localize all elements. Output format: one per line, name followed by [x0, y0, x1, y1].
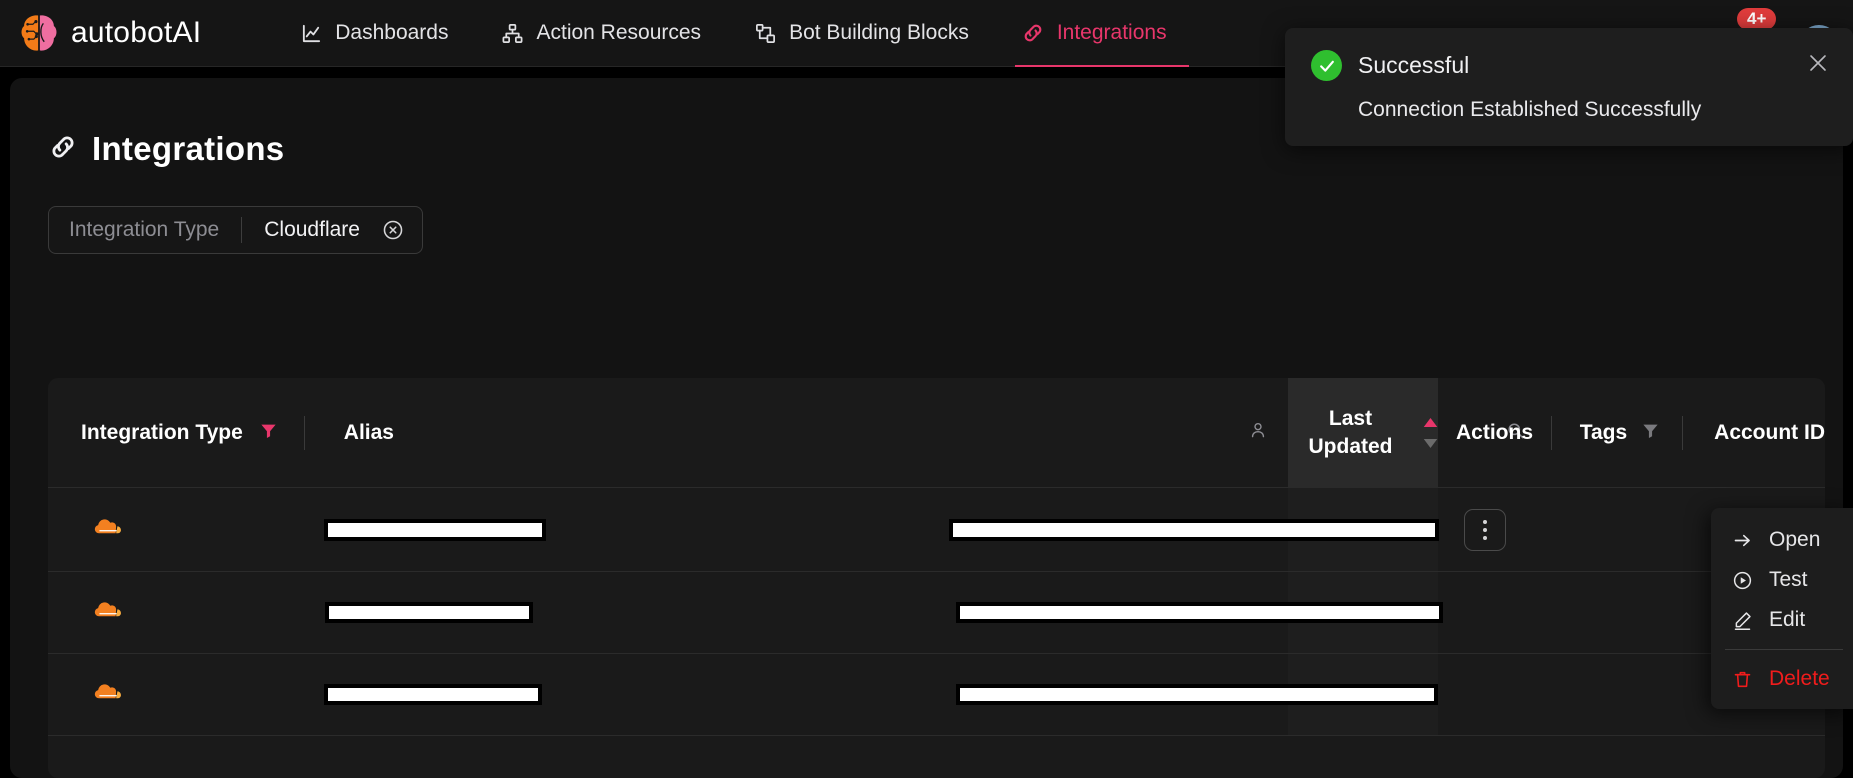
filter-chip-integration-type[interactable]: Integration Type Cloudflare [48, 206, 423, 254]
cell-integration-icon [48, 518, 168, 541]
menu-item-label: Open [1769, 528, 1821, 551]
toast-title: Successful [1358, 52, 1470, 78]
chart-line-icon [299, 21, 323, 45]
column-label: Account ID [1714, 420, 1825, 444]
column-label: Last Updated [1308, 407, 1393, 458]
arrow-right-icon [1731, 529, 1753, 551]
toast-header: Successful [1311, 50, 1827, 81]
sort-asc-icon [1423, 414, 1438, 432]
filter-chip-key: Integration Type [69, 218, 220, 241]
column-label: Tags [1579, 420, 1628, 444]
circle-x-icon[interactable] [382, 219, 404, 241]
active-filters-row: Integration Type Cloudflare [48, 206, 1843, 254]
redacted-alias-value [324, 684, 542, 705]
column-label: Integration Type [81, 420, 243, 444]
cloudflare-icon [90, 601, 126, 624]
menu-item-label: Edit [1769, 608, 1806, 631]
redacted-account-id-value [956, 602, 1443, 623]
kebab-dot [1483, 535, 1487, 540]
brand-name: autobotAI [71, 16, 202, 49]
table-row[interactable] [48, 488, 1825, 572]
filter-funnel-icon[interactable] [1641, 421, 1660, 445]
page-title-text: Integrations [92, 130, 285, 167]
redacted-account-id-value [949, 518, 1439, 541]
table-row[interactable] [48, 654, 1825, 736]
close-icon[interactable] [1805, 50, 1831, 76]
column-header-account-id[interactable]: Account ID [1683, 378, 1825, 488]
menu-item-label: Delete [1769, 667, 1830, 690]
nav-item-dashboards[interactable]: Dashboards [273, 0, 474, 67]
column-label: Alias [343, 420, 394, 444]
toast-message: Connection Established Successfully [1358, 98, 1702, 121]
nav-label: Action Resources [536, 21, 702, 44]
link-chain-icon [48, 132, 78, 167]
nav-items: Dashboards Action Resources Bot Building… [273, 0, 1192, 67]
column-header-integration-type[interactable]: Integration Type [48, 378, 278, 488]
row-actions-kebab-button[interactable] [1464, 508, 1506, 551]
menu-item-delete[interactable]: Delete [1711, 659, 1853, 699]
pencil-icon [1731, 609, 1753, 631]
page-container: Integrations Integration Type Cloudflare… [10, 78, 1843, 778]
nav-label: Integrations [1056, 21, 1167, 44]
brand-logo-group[interactable]: autobotAI [0, 12, 201, 54]
column-header-alias[interactable]: Alias [305, 378, 394, 488]
redacted-account-id-value [956, 684, 1438, 705]
nav-item-bot-building-blocks[interactable]: Bot Building Blocks [727, 0, 995, 67]
table-row[interactable] [48, 572, 1825, 654]
nav-item-action-resources[interactable]: Action Resources [474, 0, 727, 67]
sitemap-icon [500, 21, 524, 45]
workflow-icon [753, 21, 777, 45]
menu-divider [1725, 649, 1843, 650]
table-header-row: Integration Type Alias Tags Account ID L… [48, 378, 1825, 488]
filter-chip-divider [241, 217, 243, 243]
menu-item-edit[interactable]: Edit [1711, 600, 1853, 640]
integrations-table: Integration Type Alias Tags Account ID L… [48, 378, 1825, 778]
nav-label: Dashboards [335, 21, 449, 44]
cloudflare-icon [90, 683, 126, 706]
table-body [48, 488, 1825, 736]
kebab-dot [1483, 519, 1487, 524]
column-header-actions: Actions [1456, 378, 1533, 488]
cloudflare-icon [90, 518, 126, 541]
redacted-alias-value [325, 602, 533, 623]
brain-circuit-logo-icon [18, 12, 60, 54]
check-circle-icon [1311, 50, 1342, 81]
menu-item-label: Test [1769, 568, 1808, 591]
sort-arrows[interactable] [1423, 414, 1438, 453]
cell-integration-icon [48, 683, 168, 706]
filter-chip-value: Cloudflare [264, 218, 360, 241]
success-toast: Successful Connection Established Succes… [1285, 28, 1853, 146]
link-chain-icon [1021, 21, 1045, 45]
nav-item-integrations[interactable]: Integrations [995, 0, 1193, 67]
kebab-dot [1483, 527, 1487, 532]
play-circle-icon [1731, 569, 1753, 591]
cell-integration-icon [48, 601, 168, 624]
sort-desc-icon [1423, 435, 1438, 453]
menu-item-test[interactable]: Test [1711, 560, 1853, 600]
account-owner-filter-button[interactable] [1248, 378, 1268, 488]
column-header-last-updated[interactable]: Last Updated [1288, 378, 1438, 488]
nav-label: Bot Building Blocks [789, 21, 969, 44]
redacted-alias-value [324, 518, 546, 541]
notification-count-badge: 4+ [1737, 7, 1777, 30]
user-icon [1248, 420, 1268, 445]
column-header-tags[interactable]: Tags [1552, 378, 1660, 488]
trash-icon [1731, 668, 1753, 690]
row-context-menu: Open Test Edit Delete [1711, 508, 1853, 709]
column-label: Actions [1456, 421, 1534, 444]
filter-funnel-icon[interactable] [259, 421, 278, 445]
menu-item-open[interactable]: Open [1711, 520, 1853, 560]
